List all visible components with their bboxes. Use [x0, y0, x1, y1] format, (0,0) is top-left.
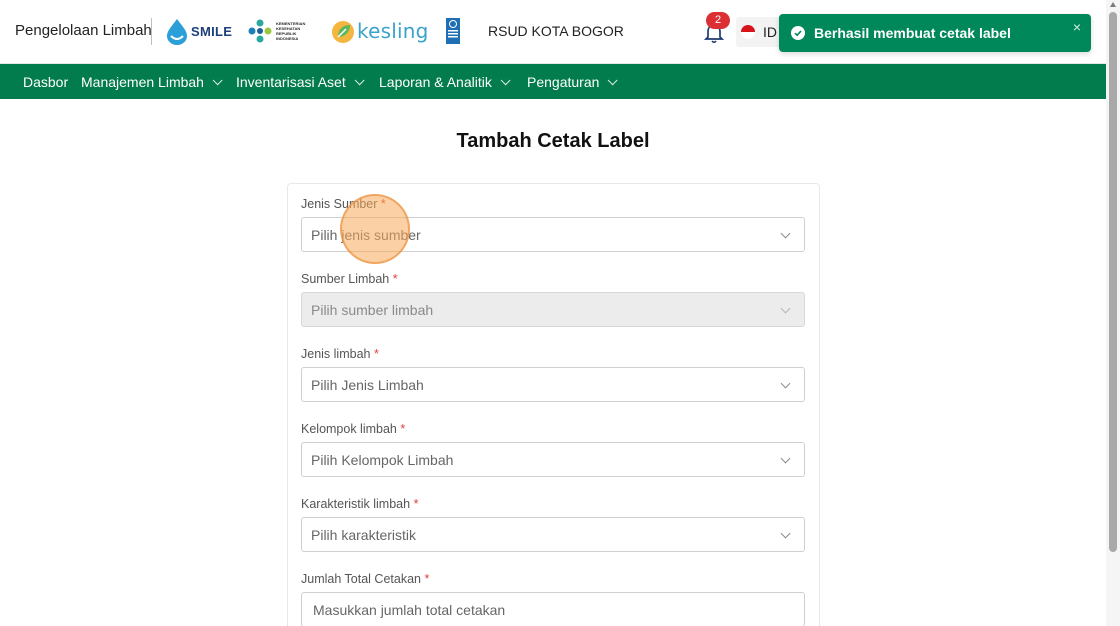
chevron-down-icon — [780, 303, 791, 314]
required-mark: * — [392, 272, 398, 286]
select-placeholder: Pilih Kelompok Limbah — [311, 451, 454, 468]
nav-item-label: Laporan & Analitik — [379, 74, 492, 90]
required-mark: * — [380, 197, 386, 211]
field-label-text: Sumber Limbah — [301, 272, 390, 286]
undp-logo-icon — [446, 18, 460, 44]
kesling-logo-text: kesling — [357, 19, 429, 43]
nav-item-label: Dasbor — [23, 74, 69, 90]
language-code: ID — [763, 24, 777, 40]
smile-logo: SMILE — [165, 18, 232, 45]
main-navbar: Dasbor Manajemen Limbah Inventarisasi As… — [0, 64, 1106, 99]
select-placeholder: Pilih karakteristik — [311, 526, 417, 543]
sumber-limbah-label: Sumber Limbah * — [301, 272, 398, 286]
field-label-text: Kelompok limbah — [301, 422, 397, 436]
chevron-down-icon — [354, 74, 365, 85]
jenis-limbah-label: Jenis limbah * — [301, 347, 379, 361]
indonesia-flag-icon — [741, 25, 755, 39]
undp-logo — [446, 18, 460, 44]
kelompok-limbah-select[interactable]: Pilih Kelompok Limbah — [301, 442, 805, 477]
required-mark: * — [424, 572, 430, 586]
kesling-leaf-icon — [332, 21, 354, 43]
hospital-name: RSUD KOTA BOGOR — [488, 23, 624, 39]
scrollbar-thumb[interactable] — [1109, 12, 1117, 552]
required-mark: * — [373, 347, 379, 361]
select-placeholder: Pilih Jenis Limbah — [311, 376, 424, 393]
nav-item-dasbor[interactable]: Dasbor — [23, 74, 68, 90]
jumlah-total-cetakan-label: Jumlah Total Cetakan * — [301, 572, 429, 586]
required-mark: * — [400, 422, 406, 436]
sumber-limbah-select: Pilih sumber limbah — [301, 292, 805, 327]
field-label-text: Jenis limbah — [301, 347, 371, 361]
kemenkes-logo: KEMENTERIAN KESEHATAN REPUBLIK INDONESIA — [247, 18, 308, 44]
scroll-up-arrow-icon[interactable] — [1110, 2, 1116, 7]
nav-item-laporan-analitik[interactable]: Laporan & Analitik — [379, 74, 511, 90]
nav-item-label: Manajemen Limbah — [81, 74, 204, 90]
smile-logo-text: SMILE — [191, 23, 233, 39]
chevron-down-icon — [212, 74, 223, 85]
chevron-down-icon — [608, 74, 618, 85]
header-divider — [151, 18, 152, 45]
notification-count-badge: 2 — [706, 12, 730, 29]
check-circle-icon — [791, 26, 805, 40]
jenis-sumber-label: Jenis Sumber * — [301, 197, 386, 211]
jenis-limbah-select[interactable]: Pilih Jenis Limbah — [301, 367, 805, 402]
chevron-down-icon — [780, 453, 791, 464]
nav-item-inventarisasi-aset[interactable]: Inventarisasi Aset — [236, 74, 365, 90]
field-label-text: Karakteristik limbah — [301, 497, 411, 511]
select-placeholder: Pilih jenis sumber — [311, 226, 421, 243]
field-label-text: Jumlah Total Cetakan — [301, 572, 421, 586]
jumlah-total-cetakan-input[interactable] — [301, 592, 805, 626]
nav-item-label: Inventarisasi Aset — [236, 74, 346, 90]
chevron-down-icon — [500, 74, 511, 85]
field-label-text: Jenis Sumber — [301, 197, 378, 211]
app-name: Pengelolaan Limbah — [15, 22, 152, 39]
toast-message: Berhasil membuat cetak label — [814, 25, 1011, 41]
nav-item-pengaturan[interactable]: Pengaturan — [527, 74, 618, 90]
karakteristik-limbah-select[interactable]: Pilih karakteristik — [301, 517, 805, 552]
kesling-logo: kesling — [331, 18, 428, 44]
required-mark: * — [413, 497, 419, 511]
kemenkes-mark-icon — [248, 19, 272, 43]
kemenkes-logo-text: KEMENTERIAN KESEHATAN REPUBLIK INDONESIA — [276, 21, 306, 41]
toast-close-icon[interactable]: × — [1073, 19, 1081, 35]
success-toast: Berhasil membuat cetak label × — [779, 14, 1091, 52]
smile-drop-icon — [167, 19, 187, 45]
karakteristik-limbah-label: Karakteristik limbah * — [301, 497, 418, 511]
select-placeholder: Pilih sumber limbah — [311, 301, 434, 318]
chevron-down-icon — [780, 378, 791, 389]
page-title: Tambah Cetak Label — [456, 130, 650, 152]
nav-item-manajemen-limbah[interactable]: Manajemen Limbah — [81, 74, 223, 90]
chevron-down-icon — [780, 228, 791, 239]
nav-item-label: Pengaturan — [527, 74, 600, 90]
jenis-sumber-select[interactable]: Pilih jenis sumber — [301, 217, 805, 252]
kelompok-limbah-label: Kelompok limbah * — [301, 422, 405, 436]
chevron-down-icon — [780, 528, 791, 539]
